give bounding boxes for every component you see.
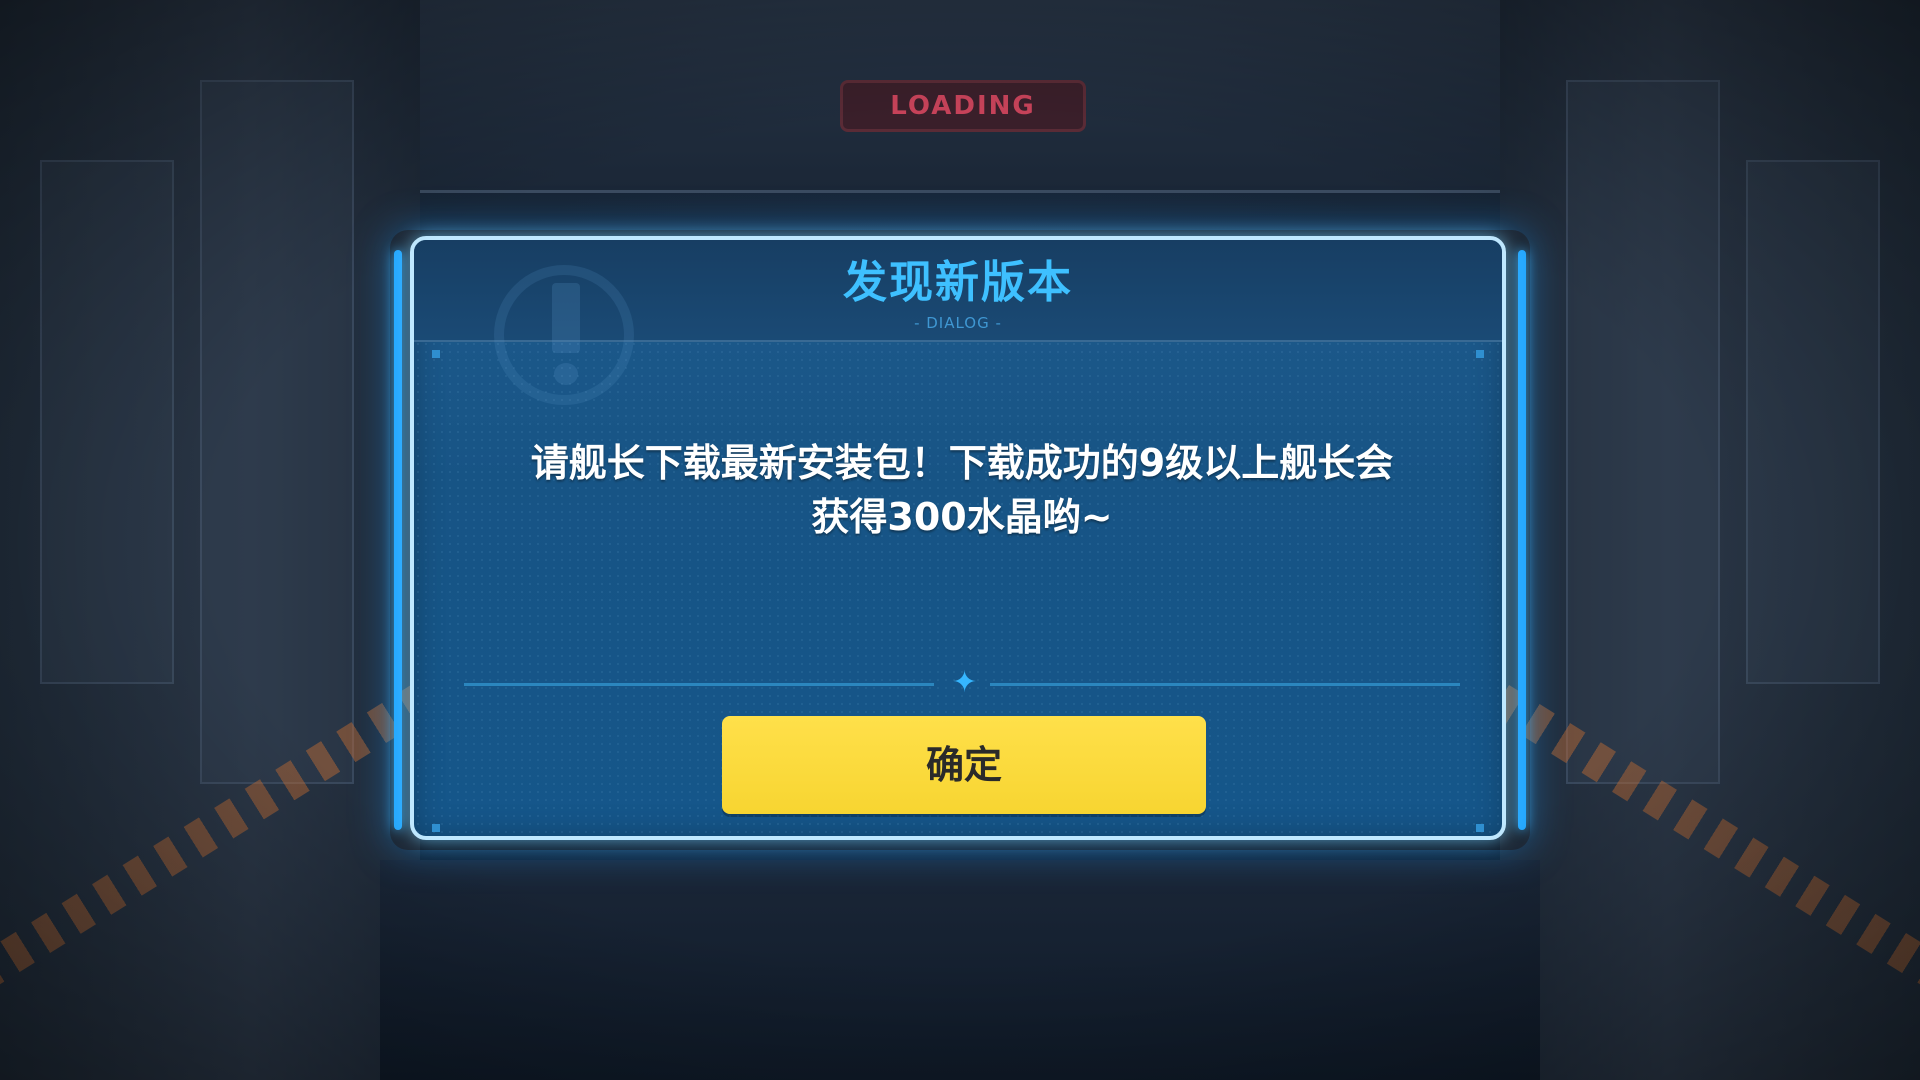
dialog-accent-left [394,250,402,830]
corner-dot [432,350,440,358]
dialog-header: 发现新版本 - DIALOG - [414,240,1502,405]
corner-dot [432,824,440,832]
wall-panel [40,160,174,684]
wall-panel [1566,80,1720,784]
corridor-floor [380,860,1540,1080]
dialog-message-line-2: 获得300水晶哟~ [811,495,1113,539]
dialog-accent-right [1518,250,1526,830]
corner-dot [1476,350,1484,358]
loading-sign: LOADING [840,80,1086,132]
dialog-message: 请舰长下载最新安装包！下载成功的9级以上舰长会 获得300水晶哟~ [474,436,1450,544]
wall-panel [1746,160,1880,684]
dialog-divider: ✦ [464,668,1460,698]
loading-sign-text: LOADING [890,91,1036,121]
confirm-button[interactable]: 确定 [722,716,1206,814]
dialog-message-line-1: 请舰长下载最新安装包！下载成功的9级以上舰长会 [530,441,1394,485]
confirm-button-label: 确定 [925,743,1002,787]
dialog-subtitle: - DIALOG - [914,314,1002,332]
divider-line-right [990,683,1460,686]
sparkle-icon: ✦ [952,665,978,700]
dialog-title: 发现新版本 [843,257,1073,308]
game-background: LOADING 发现新版本 - DIALOG - 请舰长下载最新安装包！下载成功… [0,0,1920,1080]
corner-dot [1476,824,1484,832]
wall-panel [200,80,354,784]
divider-line-left [464,683,934,686]
update-dialog: 发现新版本 - DIALOG - 请舰长下载最新安装包！下载成功的9级以上舰长会… [410,236,1506,840]
